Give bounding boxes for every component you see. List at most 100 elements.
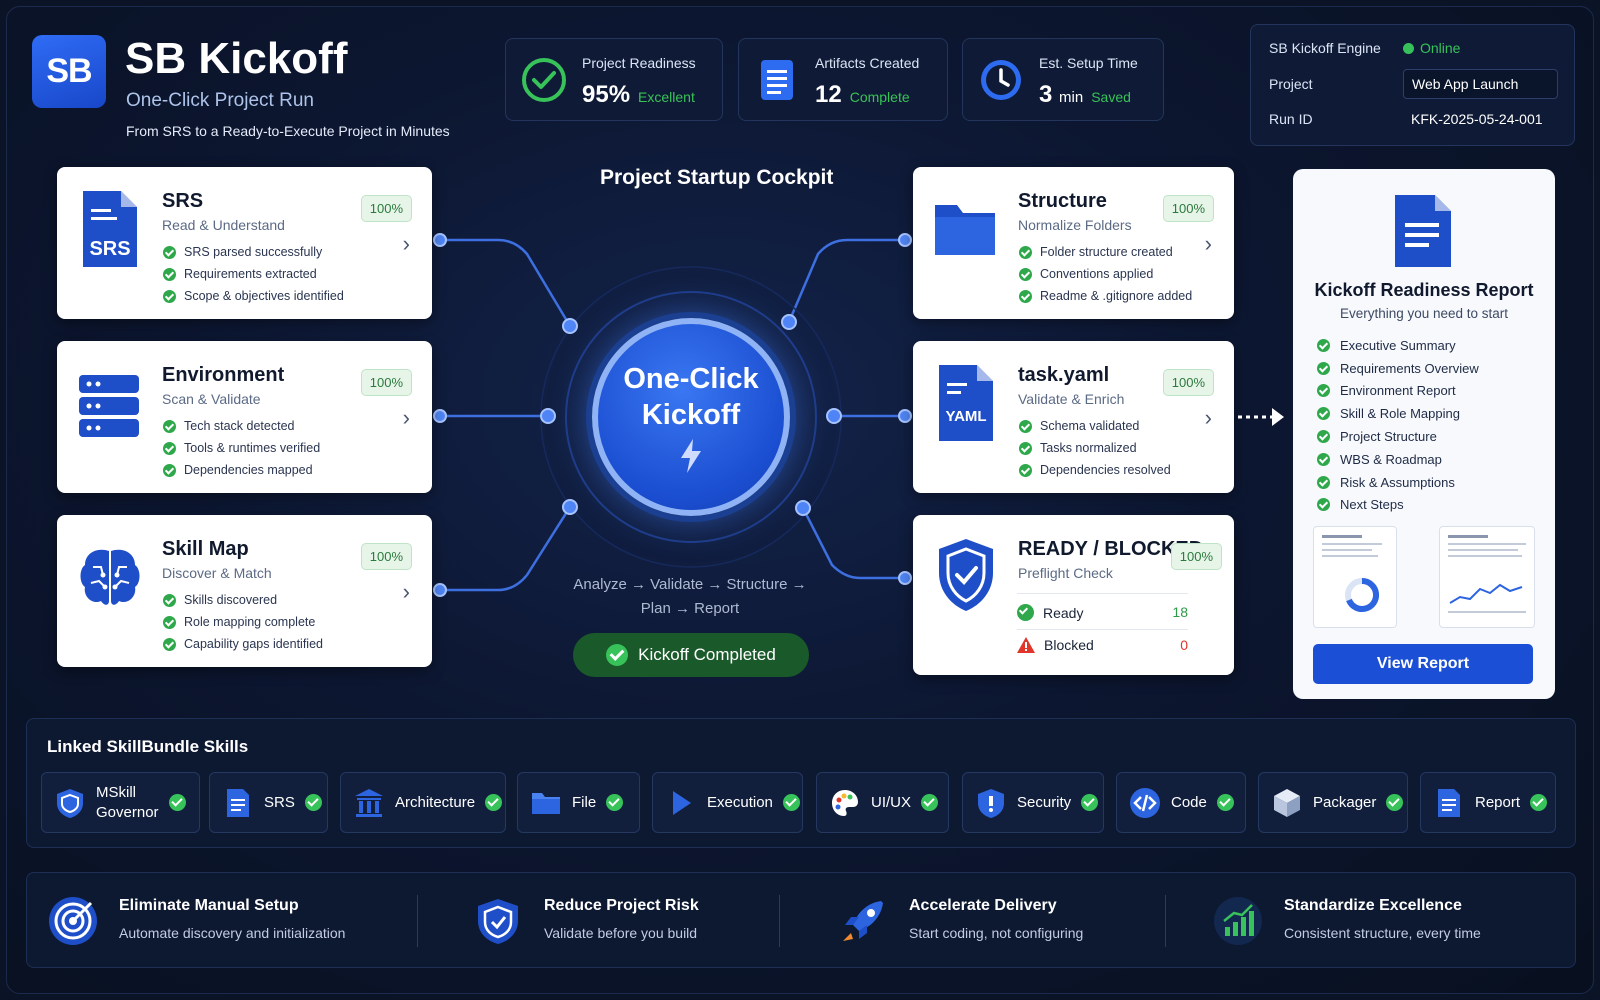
step-subtitle: Preflight Check bbox=[1018, 565, 1113, 581]
divider bbox=[1017, 629, 1188, 630]
check-icon bbox=[485, 794, 503, 811]
step-subtitle: Validate & Enrich bbox=[1018, 391, 1125, 407]
stat-label: Project Readiness bbox=[582, 55, 696, 71]
skill-label: SRS bbox=[264, 793, 295, 811]
one-click-kickoff-button[interactable]: One-Click Kickoff bbox=[592, 318, 790, 516]
skill-chip-packager[interactable]: Packager bbox=[1258, 772, 1408, 833]
check-icon bbox=[1317, 384, 1330, 398]
app-tagline: From SRS to a Ready-to-Execute Project i… bbox=[126, 123, 450, 139]
check-icon bbox=[304, 794, 322, 811]
skill-chip-report[interactable]: Report bbox=[1420, 772, 1556, 833]
package-icon bbox=[1274, 788, 1300, 817]
skill-label: MSkill Governor bbox=[96, 783, 159, 821]
list-item: Skills discovered bbox=[163, 589, 323, 611]
kickoff-label-line2: Kickoff bbox=[641, 399, 741, 431]
check-icon bbox=[1317, 452, 1330, 466]
engine-label: SB Kickoff Engine bbox=[1269, 40, 1381, 56]
app-logo: SB bbox=[32, 35, 106, 108]
progress-badge: 100% bbox=[1162, 369, 1214, 396]
skill-label: Execution bbox=[707, 793, 773, 811]
list-item: Environment Report bbox=[1317, 380, 1479, 403]
skill-chip-security[interactable]: Security bbox=[962, 772, 1104, 833]
skill-chip-mskill-governor[interactable]: MSkill Governor bbox=[41, 772, 200, 833]
list-item: Next Steps bbox=[1317, 494, 1479, 517]
chevron-right-icon[interactable]: › bbox=[403, 405, 410, 431]
benefit-title: Reduce Project Risk bbox=[544, 897, 699, 914]
step-title: Environment bbox=[162, 364, 285, 386]
check-icon bbox=[1317, 338, 1330, 352]
engine-panel: SB Kickoff Engine Online Project Web App… bbox=[1250, 24, 1575, 146]
step-card-preflight[interactable]: READY / BLOCKED Preflight Check 100% Rea… bbox=[913, 515, 1234, 675]
list-item: Dependencies resolved bbox=[1019, 459, 1171, 481]
report-contents-list: Executive Summary Requirements Overview … bbox=[1317, 334, 1479, 516]
check-icon bbox=[921, 794, 939, 811]
step-card-task-yaml[interactable]: YAML task.yaml Validate & Enrich 100% Sc… bbox=[913, 341, 1234, 493]
step-title: Skill Map bbox=[162, 538, 249, 560]
check-icon bbox=[1317, 498, 1330, 512]
skill-chip-file[interactable]: File bbox=[517, 772, 640, 833]
play-icon bbox=[673, 790, 691, 815]
run-id-value: KFK-2025-05-24-001 bbox=[1411, 111, 1543, 127]
benefit-reduce-risk: Reduce Project Risk Validate before you … bbox=[472, 873, 792, 969]
step-subtitle: Scan & Validate bbox=[162, 391, 261, 407]
divider bbox=[1017, 593, 1188, 594]
blocked-count: 0 bbox=[1180, 637, 1188, 653]
list-item: Tech stack detected bbox=[163, 415, 320, 437]
skill-chip-architecture[interactable]: Architecture bbox=[340, 772, 506, 833]
skill-chip-code[interactable]: Code bbox=[1116, 772, 1246, 833]
chevron-right-icon[interactable]: › bbox=[1205, 231, 1212, 257]
list-item: Risk & Assumptions bbox=[1317, 471, 1479, 494]
stat-status: Complete bbox=[849, 89, 910, 105]
list-item: Project Structure bbox=[1317, 425, 1479, 448]
view-report-button[interactable]: View Report bbox=[1313, 644, 1533, 684]
benefit-standardize-excellence: Standardize Excellence Consistent struct… bbox=[1212, 873, 1542, 969]
kickoff-label-line1: One-Click bbox=[623, 363, 759, 395]
step-subtitle: Normalize Folders bbox=[1018, 217, 1132, 233]
brain-icon bbox=[80, 549, 140, 605]
check-icon bbox=[1317, 430, 1330, 444]
skill-chip-execution[interactable]: Execution bbox=[652, 772, 803, 833]
progress-badge: 100% bbox=[1162, 195, 1214, 222]
check-icon bbox=[1081, 794, 1099, 811]
skill-label: Report bbox=[1475, 793, 1521, 811]
list-item: Scope & objectives identified bbox=[163, 285, 344, 307]
folder-icon bbox=[935, 205, 995, 255]
benefit-eliminate-setup: Eliminate Manual Setup Automate discover… bbox=[47, 873, 407, 969]
list-item: Readme & .gitignore added bbox=[1019, 285, 1192, 307]
check-icon bbox=[163, 463, 176, 477]
kickoff-completed-badge: Kickoff Completed bbox=[573, 633, 809, 677]
arrow-right-icon bbox=[1238, 408, 1284, 426]
check-icon bbox=[1386, 794, 1404, 811]
skill-chip-ui-ux[interactable]: UI/UX bbox=[816, 772, 949, 833]
project-select[interactable]: Web App Launch bbox=[1403, 69, 1558, 99]
report-icon bbox=[1438, 788, 1460, 817]
divider bbox=[779, 895, 780, 947]
step-checklist: Tech stack detected Tools & runtimes ver… bbox=[163, 415, 320, 481]
check-icon bbox=[1019, 441, 1032, 455]
check-icon bbox=[163, 267, 176, 281]
check-icon bbox=[1019, 267, 1032, 281]
skill-chip-srs[interactable]: SRS bbox=[209, 772, 328, 833]
list-item: Skill & Role Mapping bbox=[1317, 402, 1479, 425]
check-circle-icon bbox=[522, 58, 566, 102]
step-card-environment[interactable]: Environment Scan & Validate 100% Tech st… bbox=[57, 341, 432, 493]
step-card-skill-map[interactable]: Skill Map Discover & Match 100% Skills d… bbox=[57, 515, 432, 667]
svg-text:SRS: SRS bbox=[89, 238, 130, 260]
step-subtitle: Discover & Match bbox=[162, 565, 272, 581]
check-icon bbox=[782, 794, 800, 811]
chevron-right-icon[interactable]: › bbox=[403, 579, 410, 605]
list-item: Requirements extracted bbox=[163, 263, 344, 285]
chevron-right-icon[interactable]: › bbox=[403, 231, 410, 257]
skills-title: Linked SkillBundle Skills bbox=[47, 737, 249, 756]
code-icon bbox=[1130, 787, 1160, 818]
benefit-title: Standardize Excellence bbox=[1284, 897, 1462, 914]
step-card-srs[interactable]: SRS SRS Read & Understand 100% SRS parse… bbox=[57, 167, 432, 319]
stat-card-readiness: Project Readiness 95% Excellent bbox=[505, 38, 723, 121]
divider bbox=[1165, 895, 1166, 947]
list-item: SRS parsed successfully bbox=[163, 241, 344, 263]
step-card-structure[interactable]: Structure Normalize Folders 100% Folder … bbox=[913, 167, 1234, 319]
shield-check-icon bbox=[939, 539, 993, 611]
report-subtitle: Everything you need to start bbox=[1339, 306, 1509, 321]
check-icon bbox=[163, 419, 176, 433]
chevron-right-icon[interactable]: › bbox=[1205, 405, 1212, 431]
